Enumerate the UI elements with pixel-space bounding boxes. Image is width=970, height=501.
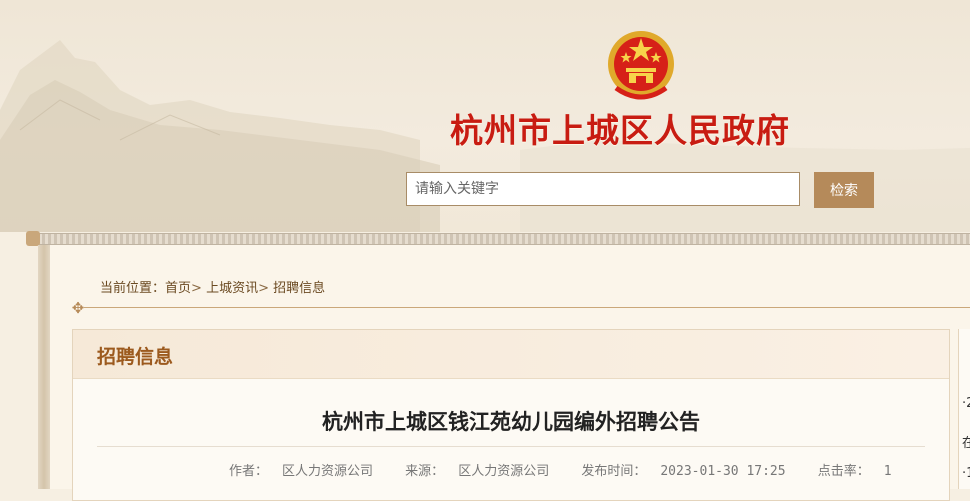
sidebar-fragment[interactable]: ·1 [962,466,970,481]
source-label: 来源： [405,464,445,479]
meta-source: 来源： 区人力资源公司 [405,464,563,479]
breadcrumb-recruitment[interactable]: 招聘信息 [273,281,325,296]
sidebar-fragment[interactable]: ·2 [962,396,970,411]
author-value: 区人力资源公司 [282,464,374,479]
date-label: 发布时间： [581,464,647,479]
site-header: 杭州市上城区人民政府 检索 [0,0,970,232]
article-title: 杭州市上城区钱江苑幼儿园编外招聘公告 [322,410,700,434]
clicks-value: 1 [883,464,892,479]
breadcrumb-news[interactable]: 上城资讯 [206,281,258,296]
scroll-rod [30,233,970,245]
national-emblem-icon [608,31,674,100]
clicks-label: 点击率： [817,464,870,479]
section-title: 招聘信息 [97,346,174,368]
search-input[interactable] [406,172,800,206]
meta-date: 发布时间： 2023-01-30 17:25 [581,464,799,479]
breadcrumb-divider [84,307,970,308]
article-divider [97,446,925,447]
search-button[interactable]: 检索 [814,172,874,208]
breadcrumb-prefix: 当前位置： [100,281,166,296]
article-panel: 招聘信息 杭州市上城区钱江苑幼儿园编外招聘公告 作者： 区人力资源公司 来源： 区人… [72,329,950,501]
section-header: 招聘信息 [73,330,949,379]
sidebar-fragment[interactable]: 在 [962,432,970,451]
meta-author: 作者： 区人力资源公司 [229,464,387,479]
scroll-rod-cap [26,231,40,246]
date-value: 2023-01-30 17:25 [660,464,786,479]
breadcrumb: 当前位置：首页> 上城资讯> 招聘信息 [100,277,325,296]
article-meta: 作者： 区人力资源公司 来源： 区人力资源公司 发布时间： 2023-01-30 17… [229,460,920,479]
source-value: 区人力资源公司 [458,464,550,479]
site-title: 杭州市上城区人民政府 [450,111,790,150]
author-label: 作者： [229,464,269,479]
breadcrumb-home[interactable]: 首页 [165,281,191,296]
breadcrumb-separator: > [191,281,202,296]
ornament-icon: ✥ [71,299,85,317]
breadcrumb-separator: > [258,281,269,296]
scroll-side [38,245,50,489]
meta-clicks: 点击率： 1 [818,464,906,479]
